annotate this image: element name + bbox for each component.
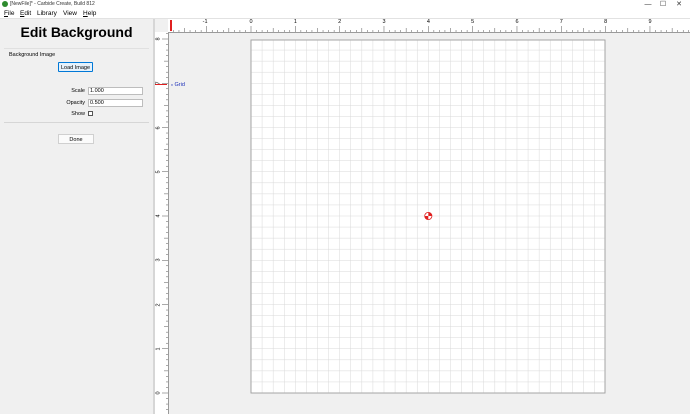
menu-view[interactable]: View <box>63 9 77 18</box>
ruler-y-label: 8 <box>155 37 162 41</box>
app-icon <box>2 1 8 7</box>
vertical-ruler <box>155 32 169 414</box>
ruler-x-label: 2 <box>338 19 342 25</box>
ruler-x-label: 0 <box>249 19 253 25</box>
opacity-label: Opacity <box>66 100 85 106</box>
ruler-x-label: 1 <box>293 19 297 25</box>
ruler-x-label: 4 <box>426 19 430 25</box>
load-image-button[interactable]: Load Image <box>58 62 93 72</box>
ruler-y-label: 4 <box>155 214 162 218</box>
menu-edit[interactable]: Edit <box>20 9 31 18</box>
maximize-button[interactable]: ☐ <box>657 0 669 9</box>
panel-title: Edit Background <box>20 24 133 40</box>
grid-toggle[interactable]: v Grid <box>171 81 185 89</box>
menu-bar: File Edit Library View Help <box>0 9 690 19</box>
window-title: [NewFile]* - Carbide Create, Build 812 <box>10 1 95 7</box>
menu-file[interactable]: File <box>4 9 15 18</box>
vertical-ruler-ticks <box>162 33 168 410</box>
ruler-y-label: 0 <box>155 391 162 395</box>
design-canvas[interactable] <box>169 33 690 414</box>
ruler-corner <box>155 19 168 32</box>
ruler-y-label: 2 <box>155 302 162 307</box>
ruler-x-label: 5 <box>471 19 475 25</box>
ruler-x-label: 3 <box>382 19 386 25</box>
ruler-x-label: 8 <box>604 19 608 25</box>
scale-input[interactable] <box>88 87 143 95</box>
scale-label: Scale <box>71 88 85 94</box>
close-button[interactable]: ✕ <box>673 0 685 9</box>
title-bar: [NewFile]* - Carbide Create, Build 812 —… <box>0 0 690 9</box>
menu-library[interactable]: Library <box>37 9 57 18</box>
done-button[interactable]: Done <box>58 134 94 144</box>
show-label: Show <box>71 111 85 117</box>
menu-help[interactable]: Help <box>83 9 96 18</box>
ruler-y-label: 1 <box>155 347 162 351</box>
cursor-marker-horizontal <box>170 20 172 31</box>
ruler-x-label: 7 <box>559 19 563 25</box>
ruler-y-label: 3 <box>155 258 162 262</box>
opacity-input[interactable] <box>88 99 143 107</box>
center-target-icon <box>424 211 433 220</box>
ruler-y-label: 6 <box>155 125 162 130</box>
ruler-x-label: 6 <box>515 19 519 25</box>
stock-board[interactable] <box>169 33 690 414</box>
ruler-y-label: 7 <box>155 81 162 85</box>
ruler-x-label: -1 <box>202 19 208 25</box>
minimize-button[interactable]: — <box>642 0 654 9</box>
show-checkbox[interactable] <box>88 111 93 116</box>
grid-caret-icon: v <box>171 82 173 87</box>
ruler-x-label: 9 <box>648 19 652 25</box>
grid-toggle-label: Grid <box>174 82 185 88</box>
ruler-y-label: 5 <box>155 170 162 174</box>
background-image-label: Background Image <box>9 52 56 58</box>
